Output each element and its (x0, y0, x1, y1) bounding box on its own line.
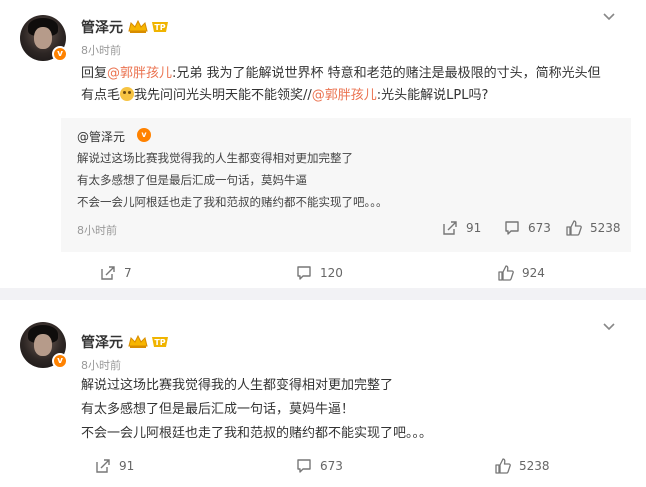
id-badge-icon: TP (152, 337, 168, 347)
like-icon (498, 265, 514, 281)
svg-text:TP: TP (154, 338, 165, 347)
comment-count: 673 (528, 221, 551, 235)
reply-prefix: 回复 (81, 66, 108, 81)
quoted-line: 有太多感想了但是最后汇成一句话，莫妈牛逼 (77, 173, 307, 187)
comment-count: 673 (320, 459, 343, 473)
quoted-like-button[interactable]: 5238 (566, 220, 621, 236)
mention-link[interactable]: @郭胖孩儿 (312, 88, 377, 103)
comment-icon (505, 221, 519, 235)
repost-icon (96, 459, 110, 473)
reply-text-part: :光头能解说LPL吗? (376, 88, 489, 103)
reply-text: 回复@郭胖孩儿:兄弟 我为了能解说世界杯 特意和老范的赌注是最极限的寸头，简称光… (81, 63, 604, 107)
post-card-1: v 管泽元 TP 8小时前 回复@郭胖孩儿:兄弟 我为了能解说世界杯 特意和老范… (0, 0, 646, 288)
quoted-author[interactable]: @管泽元 (77, 128, 125, 145)
like-icon (495, 458, 511, 474)
quoted-repost-button[interactable]: 91 (442, 220, 481, 236)
comment-count: 120 (320, 266, 343, 280)
id-badge-icon: TP (152, 22, 168, 32)
post-line: 有太多感想了但是最后汇成一句话，莫妈牛逼！ (81, 402, 355, 417)
repost-button[interactable]: 91 (95, 458, 134, 474)
repost-icon (443, 221, 457, 235)
svg-text:TP: TP (154, 23, 165, 32)
like-button[interactable]: 5238 (495, 458, 550, 474)
post-card-2: v 管泽元 TP 8小时前 解说过这场比赛我觉得我的人生都变得相对更加完整了 有… (0, 300, 646, 487)
like-count: 5238 (590, 221, 621, 235)
like-count: 5238 (519, 459, 550, 473)
comment-icon (297, 459, 311, 473)
mention-link[interactable]: @郭胖孩儿 (107, 66, 172, 81)
chevron-down-icon[interactable] (602, 322, 616, 332)
repost-icon (101, 266, 115, 280)
verified-badge: v (137, 128, 151, 142)
post-time[interactable]: 8小时前 (81, 357, 121, 373)
chevron-down-icon[interactable] (602, 12, 616, 22)
reply-text-part: 我先问问光头明天能不能领奖// (134, 88, 312, 103)
quoted-line: 不会一会儿阿根廷也走了我和范叔的赌约都不能实现了吧。。。 (77, 195, 388, 209)
quoted-time[interactable]: 8小时前 (77, 222, 117, 238)
emoji-icon (120, 87, 135, 101)
repost-count: 7 (124, 266, 132, 280)
repost-button[interactable]: 7 (100, 265, 132, 281)
post-time[interactable]: 8小时前 (81, 42, 121, 58)
post-line: 不会一会儿阿根廷也走了我和范叔的赌约都不能实现了吧。。。 (81, 426, 433, 441)
like-button[interactable]: 924 (498, 265, 545, 281)
crown-icon (128, 20, 148, 33)
like-icon (566, 220, 582, 236)
comment-button[interactable]: 120 (296, 265, 343, 281)
quoted-comment-button[interactable]: 673 (504, 220, 551, 236)
repost-count: 91 (119, 459, 135, 473)
author-name[interactable]: 管泽元 (81, 17, 123, 37)
comment-icon (297, 266, 311, 280)
quoted-line: 解说过这场比赛我觉得我的人生都变得相对更加完整了 (77, 151, 353, 165)
verified-badge: v (52, 46, 68, 62)
like-count: 924 (522, 266, 545, 280)
verified-badge: v (52, 353, 68, 369)
author-name[interactable]: 管泽元 (81, 332, 123, 352)
post-line: 解说过这场比赛我觉得我的人生都变得相对更加完整了 (81, 378, 394, 393)
crown-icon (128, 335, 148, 348)
quoted-post[interactable]: @管泽元 v 解说过这场比赛我觉得我的人生都变得相对更加完整了 有太多感想了但是… (61, 118, 631, 252)
repost-count: 91 (466, 221, 482, 235)
comment-button[interactable]: 673 (296, 458, 343, 474)
